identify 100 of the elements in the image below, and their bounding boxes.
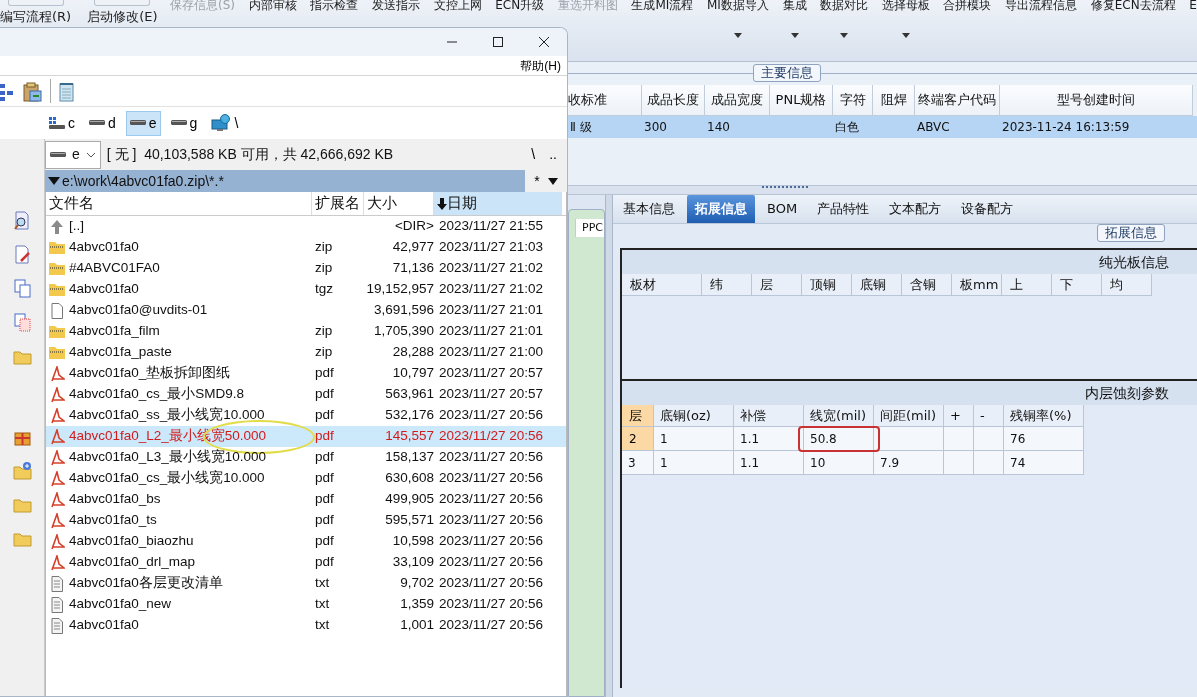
file-row[interactable]: 4abvc01fa_paste zip 28,288 2023/11/27 21:00 [46,342,566,363]
file-extension: pdf [315,448,334,467]
nav-button[interactable]: \ [527,144,540,165]
command-button[interactable]: 指示检查 [310,0,359,12]
file-size: 1,359 [400,595,434,614]
tab[interactable]: 拓展信息 [687,195,755,223]
column-header: 阻焊 [873,85,915,116]
file-row[interactable]: 4abvc01fa0 txt 1,001 2023/11/27 20:56 [46,615,566,636]
file-name: 4abvc01fa0各层更改清单 [69,574,223,593]
column-header[interactable]: 文件名 [46,192,312,215]
search-document-icon[interactable] [12,211,32,230]
file-row[interactable]: 4abvc01fa0各层更改清单 txt 9,702 2023/11/27 20:56 [46,573,566,594]
tab[interactable]: 文本配方 [881,195,950,223]
file-name: 4abvc01fa0_biaozhu [69,532,194,551]
file-row[interactable]: 4abvc01fa0_ts pdf 595,571 2023/11/27 20:56 [46,510,566,531]
section-title: 内层蚀刻参数 [1085,385,1169,401]
table-row[interactable]: Ⅱ 级 300 140 白色 ABVC 2023-11-24 16:13:59 [568,116,1197,138]
command-button[interactable]: 发送指示 [371,0,420,12]
drive-button[interactable]: \ [207,110,243,136]
menu-item[interactable]: 帮助(H) [520,56,561,75]
file-row[interactable]: 4abvc01fa0_cs_最小SMD9.8 pdf 563,961 2023/11/27 20:57 [46,384,566,405]
file-row[interactable]: 4abvc01fa_film zip 1,705,390 2023/11/27 21:01 [46,321,566,342]
column-header[interactable]: 日期 [434,192,562,215]
column-header: 均 [1102,274,1152,296]
text-file-icon [49,617,65,634]
command-button[interactable]: 数据对比 [820,0,869,38]
nav-button[interactable]: .. [545,144,561,165]
file-row[interactable]: 4abvc01fa0@uvdits-01 3,691,596 2023/11/27 21:01 [46,300,566,321]
drive-button[interactable]: e [125,110,161,136]
file-row[interactable]: 4abvc01fa0_垫板拆卸图纸 pdf 10,797 2023/11/27 20:57 [46,363,566,384]
command-button[interactable]: 选择母板 [881,0,930,38]
column-header: - [974,405,1004,427]
column-header: 含铜 [902,274,952,296]
drive-dropdown[interactable]: e [45,140,101,169]
file-row[interactable]: [..] <DIR> 2023/11/27 21:55 [46,216,566,237]
file-extension: pdf [315,427,334,446]
file-row[interactable]: 4abvc01fa0_bs pdf 499,905 2023/11/27 20:56 [46,489,566,510]
column-header: 终端客户代码 [915,85,1000,116]
drive-button[interactable]: d [85,110,120,136]
drive-icon [170,120,187,126]
column-header[interactable]: 大小 [364,192,434,215]
drive-icon [49,117,65,129]
command-button[interactable]: 合拼模块 [943,0,992,12]
column-header: 板mm [952,274,1002,296]
file-size: 563,961 [385,385,434,404]
maximize-icon [492,36,504,48]
file-name: 4abvc01fa_paste [69,343,172,362]
file-extension: txt [315,616,330,635]
tab[interactable]: 设备配方 [953,195,1022,223]
column-header[interactable]: 扩展名 [312,192,364,215]
file-name: 4abvc01fa0_bs [69,490,161,509]
table-cell-text: 白色 [835,119,859,136]
file-size: 28,288 [392,343,434,362]
table-cell: 1.1 [734,427,804,451]
file-row[interactable]: 4abvc01fa0_L3_最小线宽10.000 pdf 158,137 2023/11/27 20:56 [46,447,566,468]
file-name: 4abvc01fa0 [69,280,139,299]
filter-button[interactable]: * [534,170,540,192]
toolbar-button[interactable] [22,79,42,103]
file-row[interactable]: 4abvc01fa0 zip 42,977 2023/11/27 21:03 [46,237,566,258]
table-cell-text: Ⅱ 级 [570,119,592,136]
ribbon-button[interactable]: 启动修改(E) [87,0,158,24]
table-cell [874,427,944,451]
table-cell: 76 [1004,427,1084,451]
tab[interactable]: 基本信息 [615,195,683,223]
table-cell: 74 [1004,451,1084,475]
file-name: 4abvc01fa0@uvdits-01 [69,301,208,320]
table-cell-text: 140 [707,119,730,136]
tab[interactable]: 产品特性 [809,195,878,223]
group-title: 拓展信息 [1097,224,1165,242]
file-date: 2023/11/27 21:01 [439,301,544,320]
column-header: 层 [752,274,802,296]
tab[interactable]: BOM [759,195,806,223]
file-extension: tgz [315,280,333,299]
splitter-handle[interactable] [762,186,808,190]
file-row[interactable]: 4abvc01fa0_cs_最小线宽10.000 pdf 630,608 2023/11/27 20:56 [46,468,566,489]
copy-icon[interactable] [12,313,32,332]
copy-icon[interactable] [12,279,32,298]
path-bar[interactable]: e:\work\4abvc01fa0.zip\*.* [45,170,525,192]
drive-button[interactable]: g [166,110,202,136]
column-header: 底铜 [852,274,902,296]
row-header[interactable]: 3 [628,453,636,472]
file-row[interactable]: 4abvc01fa0_drl_map pdf 33,109 2023/11/27 20:56 [46,552,566,573]
column-header: 纬 [702,274,752,296]
pdf-icon [49,533,65,550]
new-folder-icon[interactable] [12,461,32,480]
network-drive-icon [211,114,232,132]
command-button[interactable]: 集成 [782,0,807,38]
file-row[interactable]: 4abvc01fa0_ss_最小线宽10.000 pdf 532,176 2023/11/27 20:56 [46,405,566,426]
file-row[interactable]: 4abvc01fa0 tgz 19,152,957 2023/11/27 21:02 [46,279,566,300]
ribbon-button[interactable]: 编写流程(R) [0,0,72,24]
drive-button[interactable]: c [45,110,79,136]
file-size: 42,977 [392,238,434,257]
file-row[interactable]: #4ABVC01FA0 zip 71,136 2023/11/27 21:02 [46,258,566,279]
column-header: PPC [575,219,604,237]
caret-icon [790,33,799,38]
edit-document-icon[interactable] [12,245,32,264]
file-date: 2023/11/27 20:56 [439,553,544,572]
file-row[interactable]: 4abvc01fa0_biaozhu pdf 10,598 2023/11/27 20:56 [46,531,566,552]
command-button[interactable]: E [1189,0,1197,12]
file-row[interactable]: 4abvc01fa0_new txt 1,359 2023/11/27 20:56 [46,594,566,615]
